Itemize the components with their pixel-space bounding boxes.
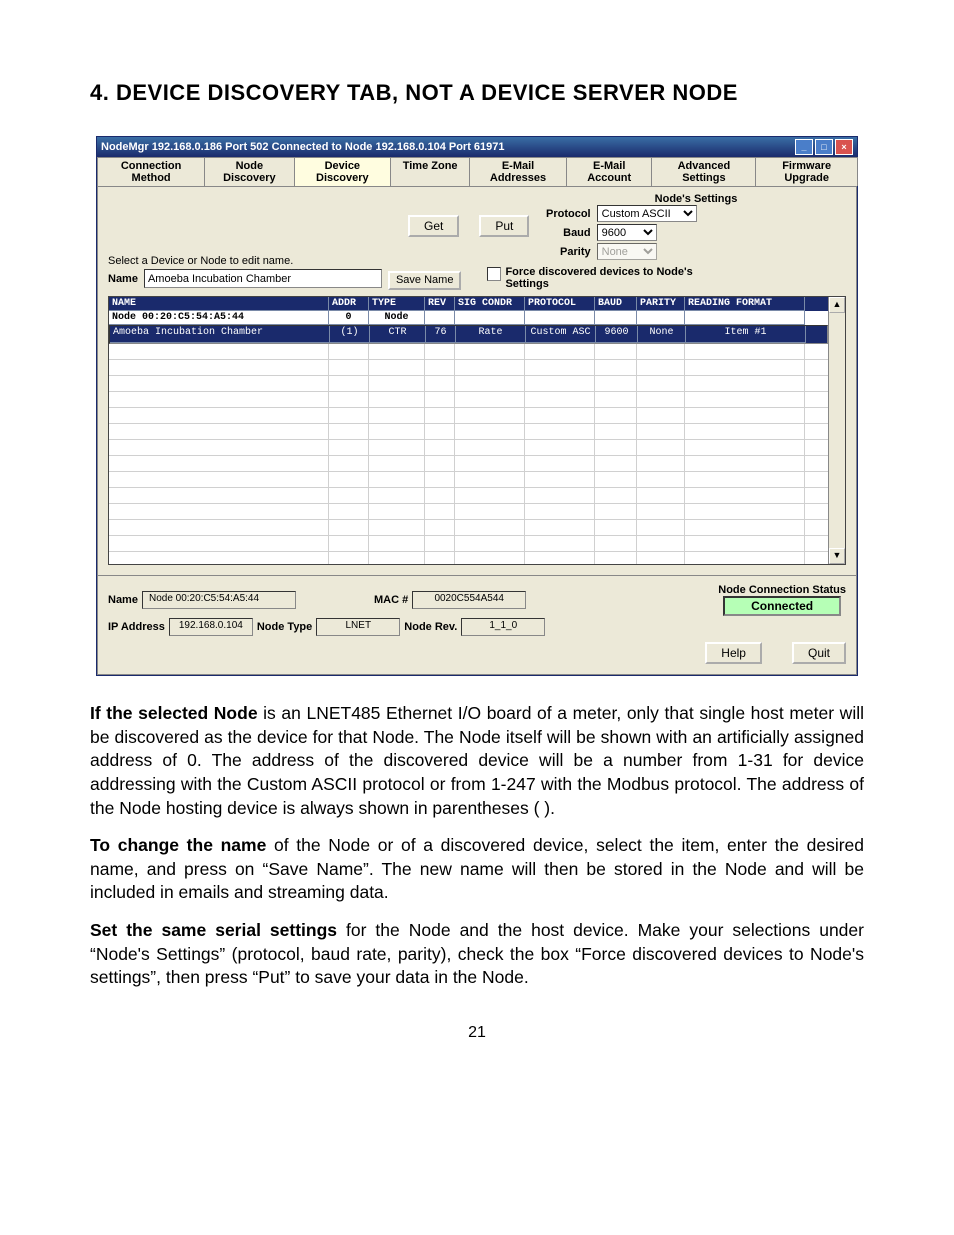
table-scrollbar[interactable]: ▲ ▼ (828, 297, 845, 564)
table-header: NAME ADDR TYPE REV SIG CONDR PROTOCOL BA… (109, 297, 828, 311)
tab-bar: Connection Method Node Discovery Device … (97, 157, 857, 187)
status-area: Name Node 00:20:C5:54:A5:44 MAC # 0020C5… (97, 576, 857, 675)
page-number: 21 (90, 1024, 864, 1042)
status-name-field: Node 00:20:C5:54:A5:44 (142, 591, 296, 609)
col-sig: SIG CONDR (455, 297, 525, 311)
force-label: Force discovered devices to Node's Setti… (505, 266, 705, 290)
scroll-down-icon[interactable]: ▼ (829, 548, 845, 564)
status-type-label: Node Type (257, 621, 312, 633)
force-checkbox[interactable] (487, 267, 501, 281)
baud-label: Baud (546, 227, 591, 239)
status-ip-field: 192.168.0.104 (169, 618, 253, 636)
maximize-icon[interactable]: □ (815, 139, 833, 155)
status-mac-field: 0020C554A544 (412, 591, 526, 609)
quit-button[interactable]: Quit (792, 642, 846, 664)
table-row[interactable]: Amoeba Incubation Chamber(1)CTR76RateCus… (109, 325, 828, 344)
status-ip-label: IP Address (108, 621, 165, 633)
titlebar-text: NodeMgr 192.168.0.186 Port 502 Connected… (101, 141, 505, 153)
tab-node-discovery[interactable]: Node Discovery (204, 157, 294, 186)
close-icon[interactable]: × (835, 139, 853, 155)
status-mac-label: MAC # (374, 594, 408, 606)
status-name-label: Name (108, 594, 138, 606)
conn-status-label: Node Connection Status (718, 584, 846, 596)
minimize-icon[interactable]: _ (795, 139, 813, 155)
node-settings-header: Node's Settings (546, 193, 846, 205)
help-button[interactable]: Help (705, 642, 762, 664)
name-input[interactable] (144, 269, 382, 288)
table-row[interactable]: Node 00:20:C5:54:A5:440Node (109, 311, 828, 325)
section-heading: 4. DEVICE DISCOVERY TAB, NOT A DEVICE SE… (90, 80, 864, 106)
table-empty-area (109, 344, 828, 564)
col-rev: REV (425, 297, 455, 311)
node-settings-group: Node's Settings Protocol Custom ASCII Ba… (546, 193, 846, 260)
col-type: TYPE (369, 297, 425, 311)
protocol-label: Protocol (546, 208, 591, 220)
tab-time-zone[interactable]: Time Zone (390, 157, 470, 186)
device-table: NAME ADDR TYPE REV SIG CONDR PROTOCOL BA… (108, 296, 846, 565)
device-discovery-panel: Node's Settings Protocol Custom ASCII Ba… (97, 187, 857, 576)
put-button[interactable]: Put (479, 215, 529, 237)
col-name: NAME (109, 297, 329, 311)
col-format: READING FORMAT (685, 297, 805, 311)
tab-advanced-settings[interactable]: Advanced Settings (651, 157, 756, 186)
col-parity: PARITY (637, 297, 685, 311)
save-name-button[interactable]: Save Name (388, 271, 461, 290)
parity-label: Parity (546, 246, 591, 258)
parity-select[interactable]: None (597, 243, 657, 260)
tab-connection-method[interactable]: Connection Method (97, 157, 205, 186)
force-checkbox-row[interactable]: Force discovered devices to Node's Setti… (487, 266, 705, 290)
col-proto: PROTOCOL (525, 297, 595, 311)
tab-device-discovery[interactable]: Device Discovery (294, 157, 392, 186)
conn-status-value: Connected (723, 596, 841, 616)
tab-email-account[interactable]: E-Mail Account (566, 157, 653, 186)
name-label: Name (108, 273, 138, 285)
status-rev-label: Node Rev. (404, 621, 457, 633)
body-text: If the selected Node is an LNET485 Ether… (90, 702, 864, 990)
tab-firmware-upgrade[interactable]: Firmware Upgrade (755, 157, 858, 186)
p2-bold: To change the name (90, 835, 266, 855)
p3-bold: Set the same serial settings (90, 920, 337, 940)
nodemgr-window: NodeMgr 192.168.0.186 Port 502 Connected… (96, 136, 858, 676)
status-type-field: LNET (316, 618, 400, 636)
p1-bold: If the selected Node (90, 703, 258, 723)
select-hint: Select a Device or Node to edit name. (108, 255, 382, 267)
get-button[interactable]: Get (408, 215, 459, 237)
titlebar: NodeMgr 192.168.0.186 Port 502 Connected… (97, 137, 857, 157)
baud-select[interactable]: 9600 (597, 224, 657, 241)
col-baud: BAUD (595, 297, 637, 311)
status-rev-field: 1_1_0 (461, 618, 545, 636)
protocol-select[interactable]: Custom ASCII (597, 205, 697, 222)
tab-email-addresses[interactable]: E-Mail Addresses (469, 157, 567, 186)
scroll-up-icon[interactable]: ▲ (829, 297, 845, 313)
col-addr: ADDR (329, 297, 369, 311)
